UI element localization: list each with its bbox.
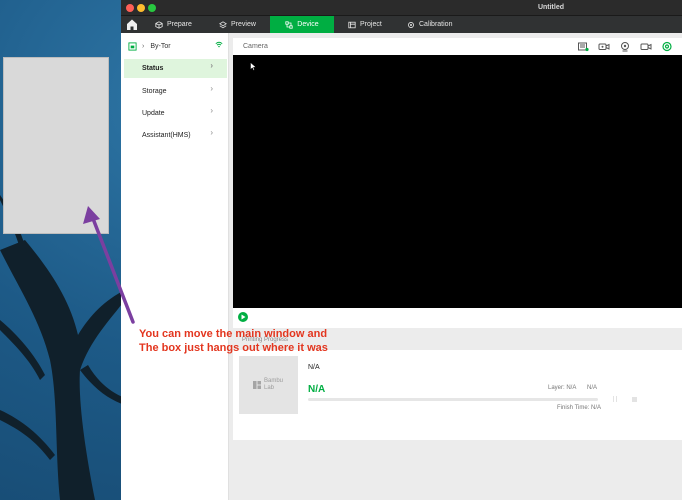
layer-info: Layer: N/A (548, 385, 577, 391)
camera-icon[interactable] (640, 41, 652, 52)
annotation-text: You can move the main window and The box… (139, 327, 328, 355)
camera-label: Camera (243, 43, 268, 50)
tab-device-label: Device (297, 21, 319, 28)
main-window: Untitled Prepare Preview Device Project … (121, 0, 682, 500)
sidebar-item-label: Assistant(HMS) (142, 132, 191, 139)
print-thumbnail: Bambu Lab (239, 356, 298, 414)
tab-device[interactable]: Device (270, 16, 334, 33)
tab-bar: Prepare Preview Device Project Calibrati… (121, 16, 682, 33)
stop-button[interactable] (632, 397, 637, 402)
sidebar-item-storage[interactable]: Storage › (124, 82, 227, 101)
sd-card-icon[interactable] (577, 41, 589, 52)
home-button[interactable] (124, 17, 140, 32)
layers-icon (219, 20, 227, 28)
finish-time: Finish Time: N/A (557, 405, 602, 411)
calibration-icon (408, 21, 414, 28)
tab-project-label: Project (360, 21, 382, 28)
sidebar-item-label: Update (142, 110, 165, 117)
sidebar-item-label: Status (142, 65, 164, 72)
timelapse-icon[interactable] (619, 41, 631, 52)
camera-toolbar (577, 41, 673, 52)
device-icon (285, 20, 293, 29)
chevron-right-icon: › (210, 84, 213, 93)
progress-bar (308, 398, 598, 401)
tab-preview-label: Preview (231, 21, 256, 28)
floating-blank-box (3, 57, 109, 234)
chevron-right-icon: › (210, 61, 213, 70)
sidebar-item-update[interactable]: Update › (124, 104, 227, 123)
tab-project[interactable]: Project (348, 16, 398, 33)
mouse-cursor-icon (250, 62, 257, 71)
camera-panel: Camera (233, 38, 682, 328)
annotation-line-1: You can move the main window and (139, 328, 328, 340)
sidebar-item-label: Storage (142, 88, 167, 95)
window-title: Untitled (537, 4, 564, 11)
play-stream-button[interactable] (238, 312, 248, 322)
printer-name: By-Tor (150, 42, 171, 50)
annotation-line-2: The box just hangs out where it was (139, 342, 328, 354)
tab-prepare[interactable]: Prepare (155, 16, 205, 33)
printing-progress-panel: Bambu Lab N/A N/A Layer: N/A N/A Finish … (233, 350, 682, 440)
chevron-right-icon: › (210, 128, 213, 137)
sidebar-item-status[interactable]: Status › (124, 59, 227, 78)
chevron-right-icon: › (142, 42, 145, 50)
sidebar-item-assistant-hms[interactable]: Assistant(HMS) › (124, 126, 227, 145)
progress-percent: N/A (308, 384, 326, 395)
project-icon (348, 21, 356, 28)
tab-preview[interactable]: Preview (219, 16, 269, 33)
layer-extra: N/A (587, 385, 598, 391)
settings-icon[interactable] (661, 41, 673, 52)
chevron-right-icon: › (210, 106, 213, 115)
pause-button[interactable] (613, 396, 617, 402)
printer-selector[interactable]: › By-Tor (128, 40, 223, 52)
titlebar: Untitled (121, 0, 682, 16)
camera-video-feed[interactable] (233, 55, 682, 308)
sidebar: › By-Tor Status › Storage › Update › Ass… (121, 33, 229, 500)
bambu-logo-icon (253, 381, 261, 389)
tab-calibration[interactable]: Calibration (407, 16, 467, 33)
cube-icon (155, 20, 163, 29)
record-video-icon[interactable] (598, 41, 610, 52)
thumbnail-logo-text: Bambu Lab (264, 378, 284, 391)
tab-prepare-label: Prepare (167, 21, 192, 28)
task-name: N/A (308, 364, 320, 371)
tab-calibration-label: Calibration (419, 21, 453, 28)
wifi-icon (215, 41, 223, 48)
home-icon (127, 19, 137, 30)
printer-icon (128, 41, 137, 51)
play-icon (241, 314, 246, 320)
